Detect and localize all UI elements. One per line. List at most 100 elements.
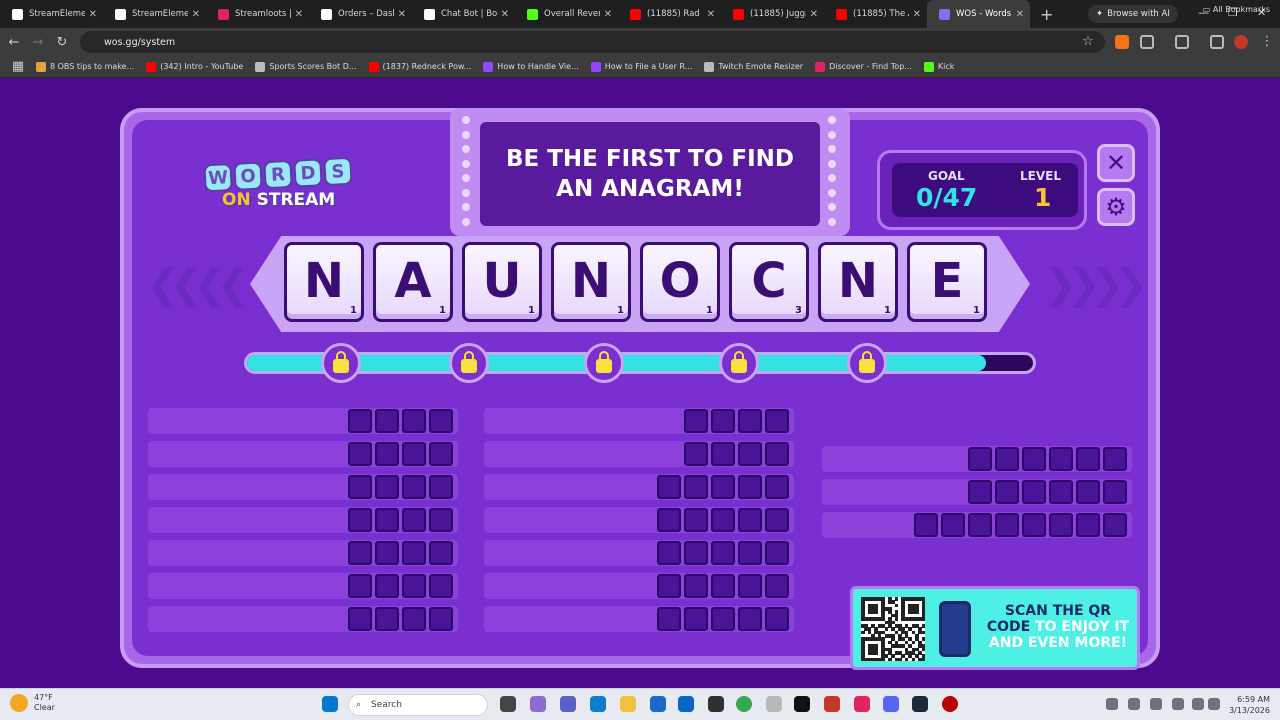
letter-tile[interactable]: C3 bbox=[729, 242, 809, 322]
letter-tile[interactable]: O1 bbox=[640, 242, 720, 322]
microphone-icon[interactable] bbox=[1172, 698, 1184, 710]
windows-start-icon[interactable] bbox=[322, 696, 338, 712]
copilot-icon[interactable] bbox=[530, 696, 546, 712]
outlook-icon[interactable] bbox=[678, 696, 694, 712]
bookmark-item[interactable]: (1837) Redneck Pow... bbox=[368, 61, 471, 72]
bookmark-item[interactable]: Kick bbox=[923, 61, 954, 72]
letter-box bbox=[429, 442, 453, 466]
url-field[interactable]: wos.gg/system bbox=[80, 31, 1105, 53]
volume-icon[interactable] bbox=[1208, 698, 1220, 710]
letter-tile[interactable]: N1 bbox=[284, 242, 364, 322]
forward-icon[interactable]: → bbox=[26, 35, 50, 50]
qr-code[interactable] bbox=[861, 597, 926, 662]
obs-icon[interactable] bbox=[708, 696, 724, 712]
letter-tile[interactable]: N1 bbox=[818, 242, 898, 322]
bookmark-item[interactable]: Sports Scores Bot D... bbox=[255, 61, 357, 72]
tab-close-icon[interactable]: ✕ bbox=[604, 9, 612, 20]
settings-button[interactable]: ⚙ bbox=[1097, 188, 1135, 226]
tab-close-icon[interactable]: ✕ bbox=[1016, 9, 1024, 20]
browser-tab[interactable]: Chat Bot | BotR ✕ bbox=[412, 0, 515, 28]
bookmark-item[interactable]: Twitch Emote Resizer bbox=[704, 61, 803, 72]
tab-close-icon[interactable]: ✕ bbox=[913, 9, 921, 20]
browser-tab[interactable]: Orders – Dashb ✕ bbox=[309, 0, 412, 28]
record-app-icon[interactable] bbox=[942, 696, 958, 712]
browser-tab[interactable]: WOS - Words O ✕ bbox=[927, 0, 1030, 28]
monitor-icon[interactable] bbox=[1192, 698, 1204, 710]
letter-box bbox=[765, 508, 789, 532]
browse-ai-label: Browse with AI bbox=[1107, 9, 1170, 19]
browser-tab[interactable]: StreamElements ✕ bbox=[103, 0, 206, 28]
tab-close-icon[interactable]: ✕ bbox=[398, 9, 406, 20]
bookmark-star-icon[interactable]: ☆ bbox=[1076, 34, 1100, 49]
edge-icon[interactable] bbox=[590, 696, 606, 712]
qr-module bbox=[921, 623, 926, 628]
bookmark-item[interactable]: How to Handle Vie... bbox=[483, 61, 579, 72]
tab-close-icon[interactable]: ✕ bbox=[810, 9, 818, 20]
terminal-icon[interactable] bbox=[794, 696, 810, 712]
all-bookmarks-button[interactable]: ▭ All Bookmarks bbox=[1203, 5, 1270, 14]
browse-with-ai-button[interactable]: ✦ Browse with AI bbox=[1088, 5, 1178, 23]
weather-widget[interactable]: 47°F Clear bbox=[10, 693, 55, 713]
streamloots-icon[interactable] bbox=[854, 696, 870, 712]
tab-title: StreamElements bbox=[29, 9, 85, 19]
qr-module bbox=[921, 637, 926, 642]
browser-tab[interactable]: (11885) Juggal ✕ bbox=[721, 0, 824, 28]
padlock-shape bbox=[596, 351, 612, 373]
letter-box bbox=[995, 480, 1019, 504]
banner-line-2: AN ANAGRAM! bbox=[556, 176, 744, 202]
letter-tile[interactable]: A1 bbox=[373, 242, 453, 322]
browser-tab[interactable]: (11885) The All ✕ bbox=[824, 0, 927, 28]
letter-box bbox=[1076, 480, 1100, 504]
letter-tile[interactable]: U1 bbox=[462, 242, 542, 322]
tray-app-icon[interactable] bbox=[1128, 698, 1140, 710]
qr-module bbox=[921, 630, 926, 635]
browser-tab[interactable]: StreamElements ✕ bbox=[0, 0, 103, 28]
apps-grid-icon[interactable]: ▦ bbox=[8, 59, 28, 74]
bookmark-label: 8 OBS tips to make... bbox=[50, 62, 135, 71]
reload-icon[interactable]: ↻ bbox=[50, 35, 74, 50]
bookmark-item[interactable]: How to File a User R... bbox=[590, 61, 692, 72]
task-view-icon[interactable] bbox=[500, 696, 516, 712]
sidebar-icon[interactable] bbox=[1175, 35, 1189, 49]
taskbar-search[interactable]: ⌕ Search bbox=[348, 694, 488, 716]
bookmark-item[interactable]: Discover - Find Top... bbox=[815, 61, 912, 72]
tab-close-icon[interactable]: ✕ bbox=[89, 9, 97, 20]
qr-line-1: SCAN THE QR bbox=[1004, 603, 1112, 619]
file-explorer-icon[interactable] bbox=[620, 696, 636, 712]
tab-close-icon[interactable]: ✕ bbox=[295, 9, 303, 20]
lock-icon bbox=[321, 343, 361, 383]
tray-chevron-icon[interactable] bbox=[1106, 698, 1118, 710]
qr-promo[interactable]: SCAN THE QR CODE TO ENJOY IT AND EVEN MO… bbox=[850, 586, 1140, 670]
back-icon[interactable]: ← bbox=[2, 35, 26, 50]
chrome-icon[interactable] bbox=[736, 696, 752, 712]
tab-close-icon[interactable]: ✕ bbox=[192, 9, 200, 20]
marquee-bulb bbox=[828, 145, 836, 154]
weather-temp: 47°F bbox=[34, 693, 53, 702]
tab-close-icon[interactable]: ✕ bbox=[707, 9, 715, 20]
bookmark-item[interactable]: (342) Intro - YouTube bbox=[146, 61, 243, 72]
new-tab-icon[interactable]: + bbox=[1040, 5, 1053, 24]
store-icon[interactable] bbox=[650, 696, 666, 712]
extension-icon[interactable] bbox=[1115, 35, 1129, 49]
tray-app-icon[interactable] bbox=[1150, 698, 1162, 710]
letter-tile[interactable]: E1 bbox=[907, 242, 987, 322]
bookmark-item[interactable]: 8 OBS tips to make... bbox=[36, 61, 135, 72]
close-button[interactable]: ✕ bbox=[1097, 144, 1135, 182]
discord-icon[interactable] bbox=[883, 696, 899, 712]
browser-tab[interactable]: Streamloots | Th ✕ bbox=[206, 0, 309, 28]
profile-avatar[interactable] bbox=[1234, 35, 1248, 49]
teams-icon[interactable] bbox=[560, 696, 576, 712]
game-app-icon[interactable] bbox=[824, 696, 840, 712]
letter-box bbox=[402, 607, 426, 631]
extensions-puzzle-icon[interactable] bbox=[1140, 35, 1154, 49]
app-icon[interactable] bbox=[766, 696, 782, 712]
letter-box bbox=[429, 574, 453, 598]
browser-tab[interactable]: Overall Revenue ✕ bbox=[515, 0, 618, 28]
menu-list-icon[interactable] bbox=[1210, 35, 1224, 49]
clock[interactable]: 6:59 AM 3/13/2026 bbox=[1229, 694, 1270, 716]
browser-tab[interactable]: (11885) Rad ✕ bbox=[618, 0, 721, 28]
steam-icon[interactable] bbox=[912, 696, 928, 712]
more-menu-icon[interactable]: ⋮ bbox=[1255, 34, 1279, 49]
tab-close-icon[interactable]: ✕ bbox=[501, 9, 509, 20]
letter-tile[interactable]: N1 bbox=[551, 242, 631, 322]
